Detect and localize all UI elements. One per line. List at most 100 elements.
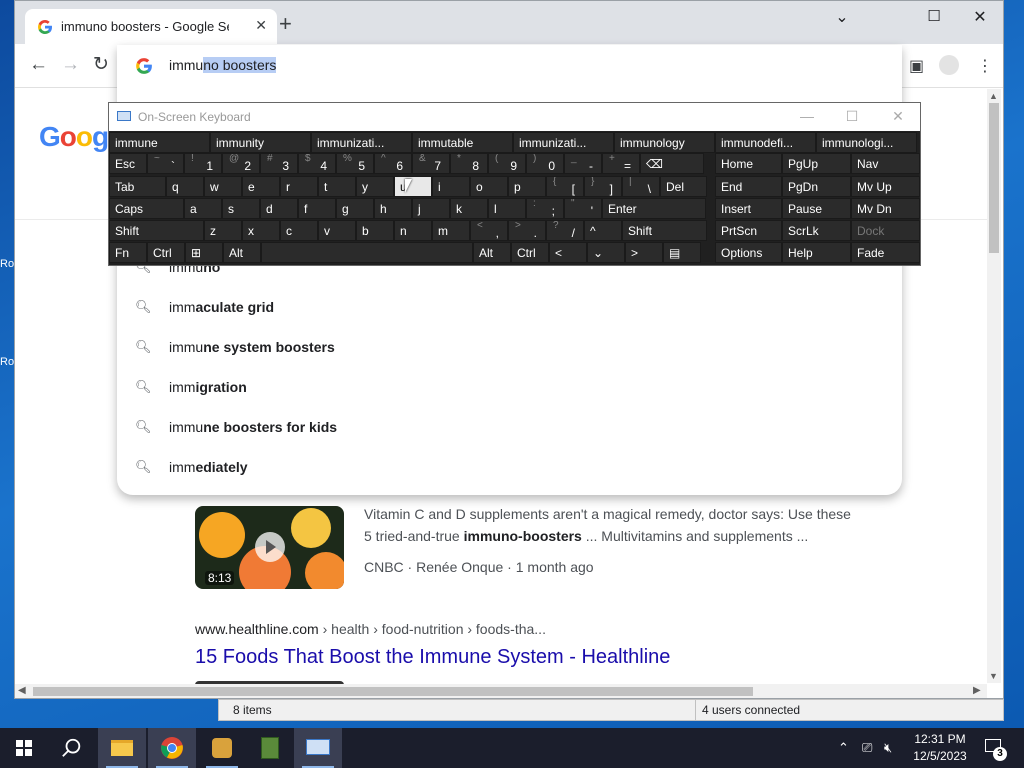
- osk-key[interactable]: h: [374, 198, 412, 219]
- osk-key[interactable]: {[: [546, 176, 584, 197]
- omnibox-input[interactable]: immuno boosters: [169, 57, 277, 73]
- osk-key[interactable]: + =: [602, 153, 640, 174]
- suggestion-item[interactable]: 🔍︎ immaculate grid: [117, 288, 902, 328]
- osk-close-button[interactable]: ✕: [883, 108, 913, 125]
- osk-key[interactable]: Shift: [622, 220, 707, 241]
- search-button[interactable]: [48, 728, 96, 768]
- desktop-icon-label[interactable]: Ro: [0, 356, 14, 368]
- osk-key[interactable]: @2: [222, 153, 260, 174]
- osk-key[interactable]: u: [394, 176, 432, 197]
- suggestion-item[interactable]: 🔍︎ immediately: [117, 448, 902, 488]
- minimize-button[interactable]: ⌄: [819, 7, 865, 27]
- osk-key[interactable]: }]: [584, 176, 622, 197]
- osk-key[interactable]: Del: [660, 176, 707, 197]
- osk-key[interactable]: Shift: [109, 220, 204, 241]
- osk-key[interactable]: b: [356, 220, 394, 241]
- osk-key[interactable]: t: [318, 176, 356, 197]
- osk-prediction[interactable]: immunologi...: [816, 132, 917, 153]
- osk-key[interactable]: a: [184, 198, 222, 219]
- reload-icon[interactable]: ↻: [93, 55, 109, 75]
- osk-key[interactable]: w: [204, 176, 242, 197]
- new-tab-button[interactable]: +: [279, 13, 292, 35]
- scroll-up-icon[interactable]: ▲: [989, 91, 998, 101]
- osk-prediction[interactable]: immunizati...: [513, 132, 614, 153]
- osk-key[interactable]: j: [412, 198, 450, 219]
- osk-key[interactable]: Caps: [109, 198, 184, 219]
- tab-close-icon[interactable]: ✕: [255, 17, 267, 34]
- osk-key[interactable]: _ -: [564, 153, 602, 174]
- osk-key[interactable]: o: [470, 176, 508, 197]
- osk-key[interactable]: z: [204, 220, 242, 241]
- osk-key[interactable]: e: [242, 176, 280, 197]
- scrollbar-thumb[interactable]: [33, 687, 753, 696]
- scrollbar-thumb[interactable]: [989, 103, 999, 253]
- video-result-snippet[interactable]: Vitamin C and D supplements aren't a mag…: [364, 503, 854, 547]
- osk-key[interactable]: d: [260, 198, 298, 219]
- result-breadcrumb[interactable]: www.healthline.com › health › food-nutri…: [195, 621, 546, 637]
- osk-side-key[interactable]: PrtScn: [715, 220, 782, 241]
- back-arrow-icon[interactable]: ←: [29, 55, 48, 75]
- osk-key[interactable]: ) 0: [526, 153, 564, 174]
- osk-key[interactable]: [261, 242, 473, 263]
- osk-key[interactable]: r: [280, 176, 318, 197]
- osk-side-key[interactable]: Fade: [851, 242, 920, 263]
- start-button[interactable]: [0, 728, 48, 768]
- osk-key[interactable]: ^ 6: [374, 153, 412, 174]
- osk-side-key[interactable]: Help: [782, 242, 851, 263]
- osk-side-key[interactable]: Nav: [851, 153, 920, 174]
- osk-key[interactable]: Fn: [109, 242, 147, 263]
- osk-key[interactable]: f: [298, 198, 336, 219]
- video-thumbnail[interactable]: 8:13: [195, 506, 344, 589]
- osk-side-key[interactable]: PgUp: [782, 153, 851, 174]
- osk-prediction[interactable]: immune: [109, 132, 210, 153]
- osk-maximize-button[interactable]: ☐: [837, 108, 867, 125]
- osk-key[interactable]: g: [336, 198, 374, 219]
- scroll-left-icon[interactable]: ◀: [18, 685, 26, 696]
- play-icon[interactable]: [255, 532, 285, 562]
- osk-key[interactable]: ⌫: [640, 153, 704, 174]
- osk-side-key[interactable]: Dock: [851, 220, 920, 241]
- osk-key[interactable]: Enter: [602, 198, 706, 219]
- osk-key[interactable]: Tab: [109, 176, 166, 197]
- osk-key[interactable]: Ctrl: [147, 242, 185, 263]
- osk-key[interactable]: $4: [298, 153, 336, 174]
- osk-side-key[interactable]: ScrLk: [782, 220, 851, 241]
- osk-key[interactable]: m: [432, 220, 470, 241]
- osk-key[interactable]: >: [625, 242, 663, 263]
- horizontal-scrollbar[interactable]: ◀ ▶: [15, 684, 987, 698]
- scroll-right-icon[interactable]: ▶: [973, 685, 981, 696]
- osk-key[interactable]: l: [488, 198, 526, 219]
- network-icon[interactable]: ⎚: [862, 740, 872, 756]
- osk-key[interactable]: c: [280, 220, 318, 241]
- osk-key[interactable]: >.: [508, 220, 546, 241]
- osk-side-key[interactable]: Insert: [715, 198, 782, 219]
- osk-key[interactable]: * 8: [450, 153, 488, 174]
- tray-chevron-icon[interactable]: ⌃: [838, 740, 849, 756]
- app-taskbar-button[interactable]: [198, 728, 246, 768]
- osk-key[interactable]: (9: [488, 153, 526, 174]
- forward-arrow-icon[interactable]: →: [61, 55, 80, 75]
- osk-key[interactable]: ~ `: [147, 153, 184, 174]
- osk-prediction[interactable]: immunology: [614, 132, 715, 153]
- osk-key[interactable]: p: [508, 176, 546, 197]
- close-button[interactable]: ✕: [957, 7, 1003, 27]
- clock[interactable]: 12:31 PM 12/5/2023: [905, 731, 975, 765]
- osk-key[interactable]: <,: [470, 220, 508, 241]
- osk-key[interactable]: s: [222, 198, 260, 219]
- osk-key[interactable]: #3: [260, 153, 298, 174]
- osk-side-key[interactable]: Pause: [782, 198, 851, 219]
- osk-side-key[interactable]: Mv Dn: [851, 198, 920, 219]
- result-title-link[interactable]: 15 Foods That Boost the Immune System - …: [195, 646, 670, 669]
- osk-key[interactable]: & 7: [412, 153, 450, 174]
- osk-key[interactable]: x: [242, 220, 280, 241]
- osk-key[interactable]: y: [356, 176, 394, 197]
- osk-key[interactable]: ⊞: [185, 242, 223, 263]
- tab-google-search[interactable]: immuno boosters - Google Sear ✕: [25, 9, 277, 44]
- calculator-taskbar-button[interactable]: [246, 728, 294, 768]
- osk-key[interactable]: ^: [584, 220, 622, 241]
- vertical-scrollbar[interactable]: ▲ ▼: [987, 89, 1001, 683]
- osk-side-key[interactable]: End: [715, 176, 782, 197]
- osk-side-key[interactable]: PgDn: [782, 176, 851, 197]
- suggestion-item[interactable]: 🔍︎ immigration: [117, 368, 902, 408]
- osk-key[interactable]: ⌄: [587, 242, 625, 263]
